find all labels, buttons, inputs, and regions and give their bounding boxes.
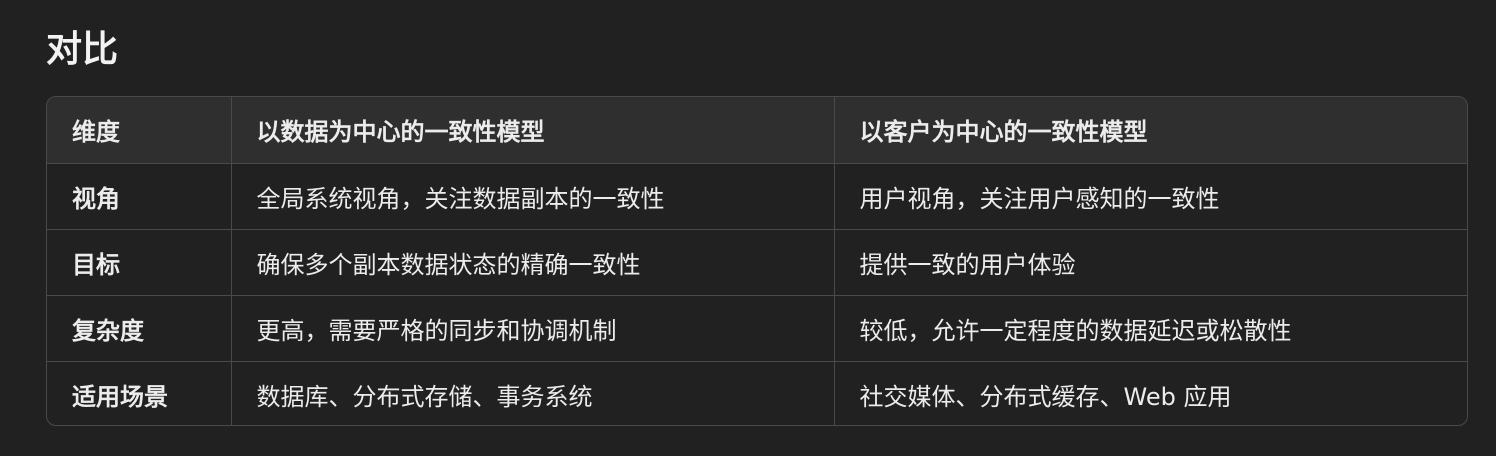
client-centric-cell: 社交媒体、分布式缓存、Web 应用 (859, 382, 1232, 411)
comparison-table: 维度 以数据为中心的一致性模型 以客户为中心的一致性模型 视角 全局系统视角，关… (47, 97, 1467, 425)
header-client-centric: 以客户为中心的一致性模型 (834, 97, 1467, 164)
table-row: 适用场景 数据库、分布式存储、事务系统 社交媒体、分布式缓存、Web 应用 (47, 361, 1467, 425)
data-centric-cell: 确保多个副本数据状态的精确一致性 (231, 229, 835, 296)
data-centric-cell: 全局系统视角，关注数据副本的一致性 (231, 163, 835, 230)
client-centric-cell: 提供一致的用户体验 (834, 229, 1467, 296)
header-dimension: 维度 (47, 97, 232, 164)
table-header-row: 维度 以数据为中心的一致性模型 以客户为中心的一致性模型 (47, 97, 1467, 164)
client-centric-cell: 较低，允许一定程度的数据延迟或松散性 (834, 295, 1467, 362)
table-row: 目标 确保多个副本数据状态的精确一致性 提供一致的用户体验 (47, 229, 1467, 296)
table-row: 视角 全局系统视角，关注数据副本的一致性 用户视角，关注用户感知的一致性 (47, 163, 1467, 230)
table-row: 复杂度 更高，需要严格的同步和协调机制 较低，允许一定程度的数据延迟或松散性 (47, 295, 1467, 362)
section-heading: 对比 (46, 29, 119, 70)
row-dimension-cell: 视角 (47, 163, 232, 230)
row-dimension-cell: 复杂度 (47, 295, 232, 362)
client-centric-cell: 用户视角，关注用户感知的一致性 (834, 163, 1467, 230)
row-dimension-cell: 目标 (47, 229, 232, 296)
data-centric-cell: 更高，需要严格的同步和协调机制 (231, 295, 835, 362)
row-dimension-cell: 适用场景 (47, 361, 232, 425)
comparison-table-container: 维度 以数据为中心的一致性模型 以客户为中心的一致性模型 视角 全局系统视角，关… (46, 96, 1468, 426)
data-centric-cell: 数据库、分布式存储、事务系统 (231, 361, 835, 425)
header-data-centric: 以数据为中心的一致性模型 (231, 97, 835, 164)
